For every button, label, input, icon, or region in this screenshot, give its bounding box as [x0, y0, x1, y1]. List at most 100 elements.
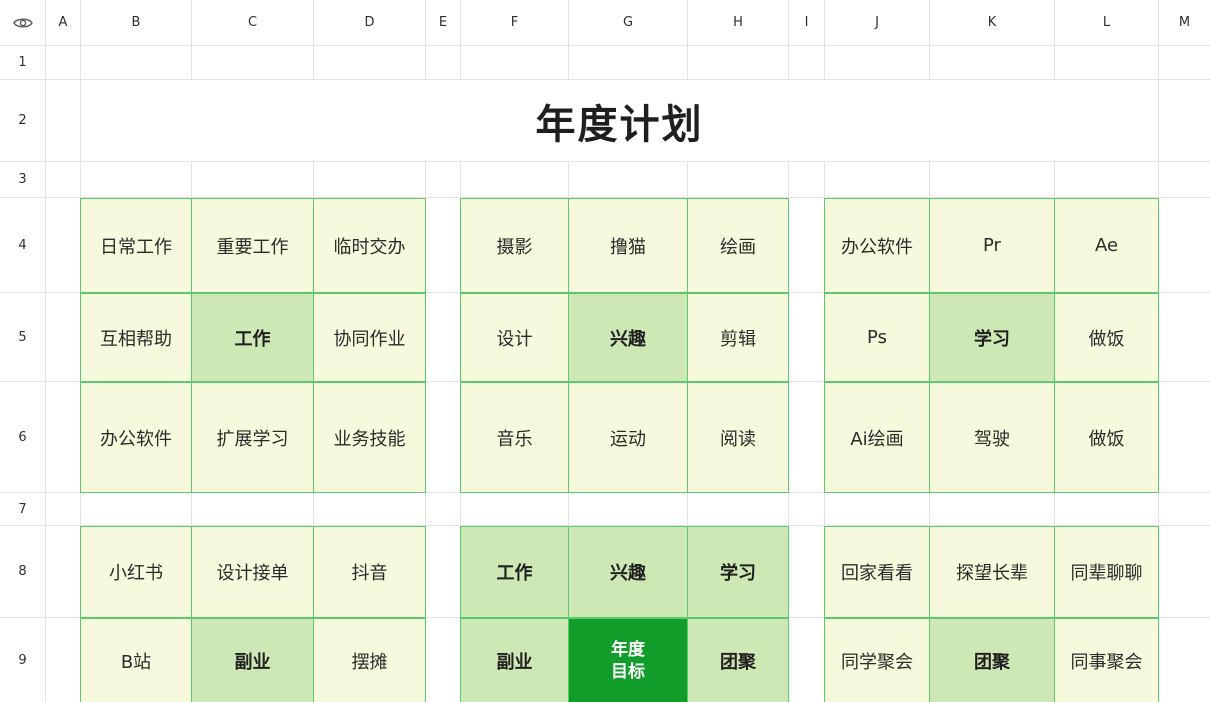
- cell-l1[interactable]: [1055, 46, 1159, 80]
- cell-j3[interactable]: [825, 162, 930, 198]
- cell-j8[interactable]: 回家看看: [824, 526, 930, 618]
- cell-a9[interactable]: [46, 618, 81, 702]
- cell-k5[interactable]: 学习: [929, 293, 1055, 382]
- cell-j1[interactable]: [825, 46, 930, 80]
- cell-m5[interactable]: [1159, 293, 1210, 382]
- cell-m4[interactable]: [1159, 198, 1210, 293]
- cell-a8[interactable]: [46, 526, 81, 618]
- cell-b5[interactable]: 互相帮助: [80, 293, 192, 382]
- column-header-f[interactable]: F: [461, 0, 569, 46]
- cell-a1[interactable]: [46, 46, 81, 80]
- cell-i9[interactable]: [789, 618, 825, 702]
- cell-j7[interactable]: [825, 493, 930, 526]
- cell-b3[interactable]: [81, 162, 192, 198]
- column-header-e[interactable]: E: [426, 0, 461, 46]
- cell-d8[interactable]: 抖音: [313, 526, 426, 618]
- cell-i8[interactable]: [789, 526, 825, 618]
- cell-f6[interactable]: 音乐: [460, 382, 569, 493]
- cell-g8[interactable]: 兴趣: [568, 526, 688, 618]
- cell-b1[interactable]: [81, 46, 192, 80]
- cell-c4[interactable]: 重要工作: [191, 198, 314, 293]
- cell-j9[interactable]: 同学聚会: [824, 618, 930, 702]
- eye-icon[interactable]: [12, 16, 33, 30]
- cell-f9[interactable]: 副业: [460, 618, 569, 702]
- cell-e1[interactable]: [426, 46, 461, 80]
- cell-d7[interactable]: [314, 493, 426, 526]
- cell-j6[interactable]: Ai绘画: [824, 382, 930, 493]
- cell-h1[interactable]: [688, 46, 789, 80]
- row-header-7[interactable]: 7: [0, 493, 46, 526]
- cell-b7[interactable]: [81, 493, 192, 526]
- cell-i6[interactable]: [789, 382, 825, 493]
- cell-d9[interactable]: 摆摊: [313, 618, 426, 702]
- cell-m8[interactable]: [1159, 526, 1210, 618]
- cell-h8[interactable]: 学习: [687, 526, 789, 618]
- cell-b6[interactable]: 办公软件: [80, 382, 192, 493]
- cell-e6[interactable]: [426, 382, 461, 493]
- column-header-g[interactable]: G: [569, 0, 688, 46]
- cell-h6[interactable]: 阅读: [687, 382, 789, 493]
- cell-a4[interactable]: [46, 198, 81, 293]
- cell-g7[interactable]: [569, 493, 688, 526]
- cell-a3[interactable]: [46, 162, 81, 198]
- row-header-9[interactable]: 9: [0, 618, 46, 702]
- row-header-8[interactable]: 8: [0, 526, 46, 618]
- row-header-5[interactable]: 5: [0, 293, 46, 382]
- cell-c9[interactable]: 副业: [191, 618, 314, 702]
- cell-e7[interactable]: [426, 493, 461, 526]
- cell-i1[interactable]: [789, 46, 825, 80]
- cell-e5[interactable]: [426, 293, 461, 382]
- cell-k9[interactable]: 团聚: [929, 618, 1055, 702]
- row-header-4[interactable]: 4: [0, 198, 46, 293]
- row-header-2[interactable]: 2: [0, 80, 46, 162]
- cell-c6[interactable]: 扩展学习: [191, 382, 314, 493]
- cell-k6[interactable]: 驾驶: [929, 382, 1055, 493]
- cell-d5[interactable]: 协同作业: [313, 293, 426, 382]
- cell-f1[interactable]: [461, 46, 569, 80]
- cell-g1[interactable]: [569, 46, 688, 80]
- cell-f7[interactable]: [461, 493, 569, 526]
- cell-i4[interactable]: [789, 198, 825, 293]
- cell-h7[interactable]: [688, 493, 789, 526]
- cell-e3[interactable]: [426, 162, 461, 198]
- cell-l6[interactable]: 做饭: [1054, 382, 1159, 493]
- cell-a7[interactable]: [46, 493, 81, 526]
- cell-j5[interactable]: Ps: [824, 293, 930, 382]
- cell-g5[interactable]: 兴趣: [568, 293, 688, 382]
- cell-l3[interactable]: [1055, 162, 1159, 198]
- cell-b4[interactable]: 日常工作: [80, 198, 192, 293]
- page-title[interactable]: 年度计划: [81, 80, 1159, 162]
- cell-l7[interactable]: [1055, 493, 1159, 526]
- cell-e4[interactable]: [426, 198, 461, 293]
- cell-m9[interactable]: [1159, 618, 1210, 702]
- cell-m7[interactable]: [1159, 493, 1210, 526]
- row-header-3[interactable]: 3: [0, 162, 46, 198]
- cell-h5[interactable]: 剪辑: [687, 293, 789, 382]
- cell-d3[interactable]: [314, 162, 426, 198]
- cell-f3[interactable]: [461, 162, 569, 198]
- cell-c1[interactable]: [192, 46, 314, 80]
- column-header-d[interactable]: D: [314, 0, 426, 46]
- cell-c3[interactable]: [192, 162, 314, 198]
- cell-c7[interactable]: [192, 493, 314, 526]
- cell-h3[interactable]: [688, 162, 789, 198]
- cell-k3[interactable]: [930, 162, 1055, 198]
- column-header-m[interactable]: M: [1159, 0, 1210, 46]
- cell-i3[interactable]: [789, 162, 825, 198]
- cell-m3[interactable]: [1159, 162, 1210, 198]
- column-header-h[interactable]: H: [688, 0, 789, 46]
- cell-k7[interactable]: [930, 493, 1055, 526]
- column-header-i[interactable]: I: [789, 0, 825, 46]
- column-header-b[interactable]: B: [81, 0, 192, 46]
- select-all-corner[interactable]: [0, 0, 46, 46]
- cell-l5[interactable]: 做饭: [1054, 293, 1159, 382]
- row-header-6[interactable]: 6: [0, 382, 46, 493]
- cell-f8[interactable]: 工作: [460, 526, 569, 618]
- column-header-l[interactable]: L: [1055, 0, 1159, 46]
- cell-l4[interactable]: Ae: [1054, 198, 1159, 293]
- cell-m2[interactable]: [1159, 80, 1210, 162]
- cell-h4[interactable]: 绘画: [687, 198, 789, 293]
- cell-c8[interactable]: 设计接单: [191, 526, 314, 618]
- cell-d4[interactable]: 临时交办: [313, 198, 426, 293]
- cell-g4[interactable]: 撸猫: [568, 198, 688, 293]
